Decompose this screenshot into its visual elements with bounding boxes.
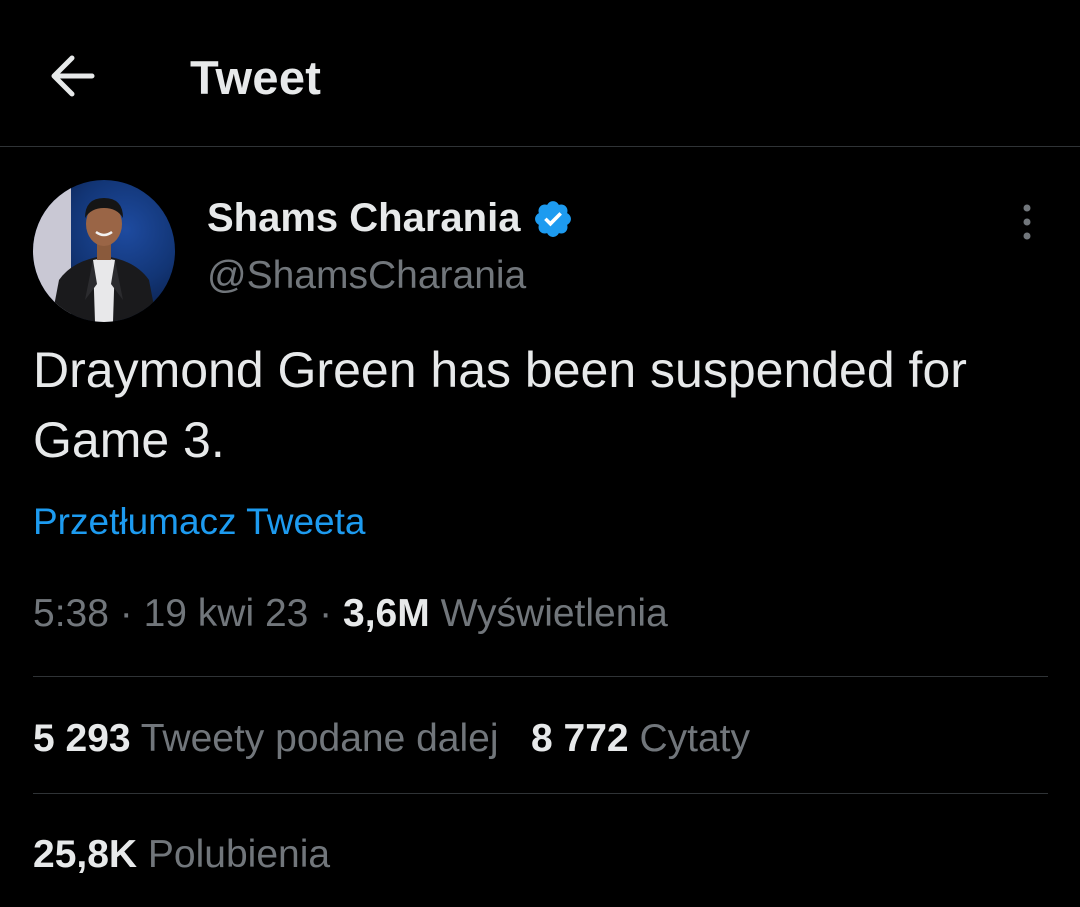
meta-separator: · [108,592,144,635]
views-count: 3,6M [343,592,430,635]
author-handle[interactable]: @ShamsCharania [207,254,526,298]
divider [33,793,1048,794]
engagement-stats-row: 5 293 Tweety podane dalej 8 772 Cytaty [33,717,750,761]
meta-separator: · [308,592,344,635]
retweets-label: Tweety podane dalej [140,717,499,760]
tweet-date[interactable]: 19 kwi 23 [144,592,309,635]
divider [33,676,1048,677]
quotes-label: Cytaty [639,717,751,760]
likes-count: 25,8K [33,833,138,876]
likes-stats-row: 25,8K Polubienia [33,833,330,877]
quotes-stat[interactable]: 8 772 Cytaty [531,717,750,760]
avatar[interactable] [33,180,175,322]
views-label: Wyświetlenia [440,592,668,635]
arrow-left-icon [51,55,95,97]
tweet-time[interactable]: 5:38 [33,592,109,635]
more-vertical-icon [1023,204,1031,240]
verified-badge-icon [535,200,572,237]
tweet-text: Draymond Green has been suspended for Ga… [33,342,967,468]
likes-stat[interactable]: 25,8K Polubienia [33,833,330,876]
quotes-count: 8 772 [531,717,629,760]
tweet-meta: 5:38 · 19 kwi 23 · 3,6M Wyświetlenia [33,592,668,636]
retweets-stat[interactable]: 5 293 Tweety podane dalej [33,717,499,760]
page-title: Tweet [190,51,322,104]
top-bar: Tweet [0,0,1080,147]
more-options-button[interactable] [1008,200,1046,244]
likes-label: Polubienia [147,833,331,876]
translate-tweet-link[interactable]: Przetłumacz Tweeta [33,501,365,543]
back-button[interactable] [44,48,104,104]
author-name-text: Shams Charania [207,196,521,240]
retweets-count: 5 293 [33,717,131,760]
author-display-name[interactable]: Shams Charania [207,196,574,241]
